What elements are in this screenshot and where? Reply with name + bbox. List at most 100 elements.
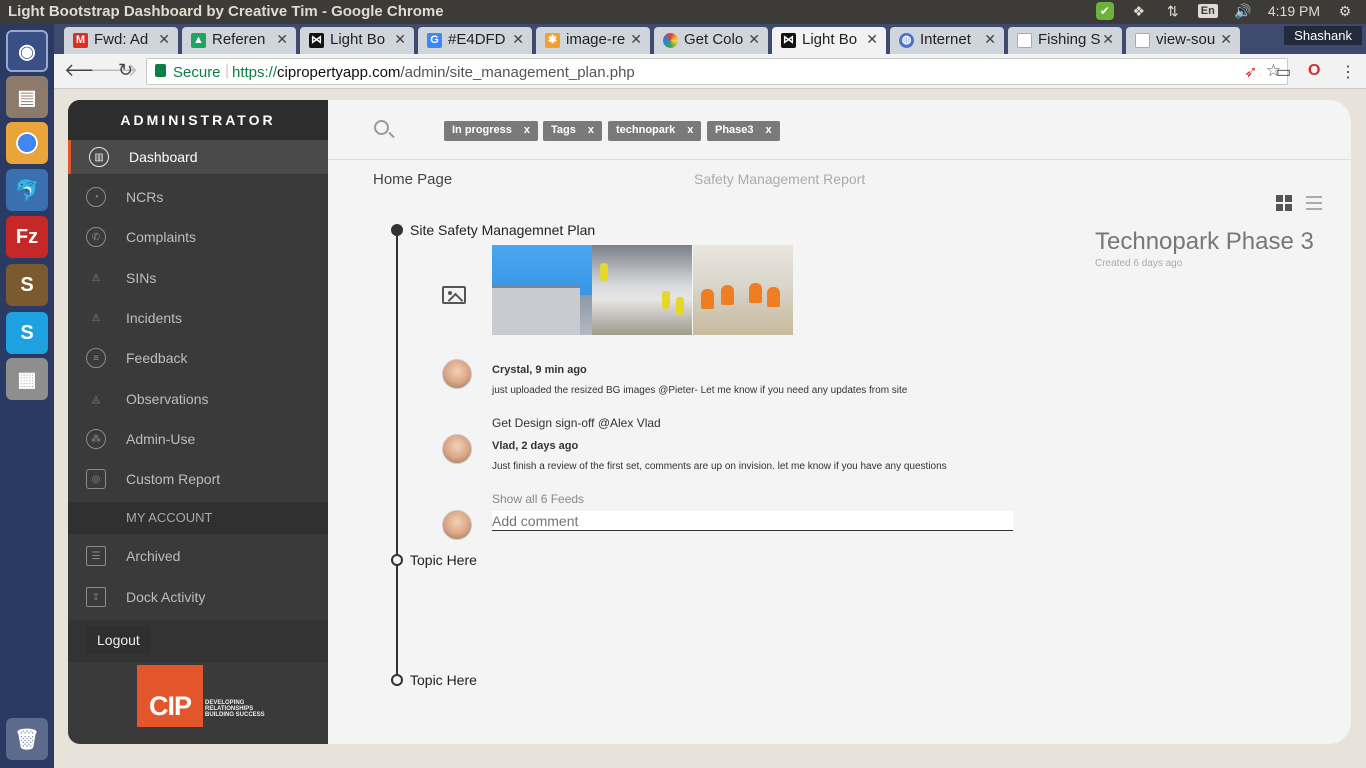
site-photo[interactable] (693, 245, 793, 335)
window-title: Light Bootstrap Dashboard by Creative Ti… (8, 3, 444, 20)
scanner-icon[interactable]: ▦ (6, 358, 48, 400)
browser-tab[interactable]: ▲ Referen ✕ (182, 27, 296, 54)
bowtie-icon: ⋈ (781, 33, 796, 48)
browser-tab[interactable]: ◍ Internet ✕ (890, 27, 1004, 54)
sidebar-item-ncrs[interactable]: ◔ NCRs (68, 180, 328, 214)
remove-filter-icon[interactable]: x (766, 124, 772, 136)
browser-tab[interactable]: G #E4DFD ✕ (418, 27, 532, 54)
timeline-topic-title[interactable]: Topic Here (410, 672, 477, 688)
list-view-icon[interactable] (1306, 195, 1322, 211)
sidebar-item-complaints[interactable]: ✆ Complaints (68, 220, 328, 254)
sublime-text-icon[interactable]: S (6, 264, 48, 306)
alert-icon: ⚠ (91, 312, 101, 324)
settings-gear-icon[interactable]: ⚙ (1336, 2, 1354, 20)
close-tab-icon[interactable]: ✕ (866, 31, 878, 48)
org-chart-icon: ⁂ (86, 429, 106, 449)
sidebar-item-custom-report[interactable]: ◎ Custom Report (68, 462, 328, 496)
browser-tab[interactable]: ✱ image-re ✕ (536, 27, 650, 54)
close-tab-icon[interactable]: ✕ (630, 31, 642, 48)
site-photo[interactable] (592, 245, 692, 335)
archive-icon: ☰ (86, 546, 106, 566)
network-icon[interactable]: ⇅ (1164, 2, 1182, 20)
add-comment-input[interactable] (492, 511, 1013, 531)
filter-chip[interactable]: Tags x (543, 121, 602, 141)
sidebar-item-observations[interactable]: ◬ Observations (68, 382, 328, 416)
filter-chip[interactable]: In progress x (444, 121, 539, 141)
filezilla-icon[interactable]: Fz (6, 216, 48, 258)
browser-tab[interactable]: Fishing S ✕ (1008, 27, 1122, 54)
url-text: https://cipropertyapp.com/admin/site_man… (232, 64, 635, 81)
browser-tab[interactable]: ⋈ Light Bo ✕ (300, 27, 414, 54)
chrome-icon[interactable] (6, 122, 48, 164)
sidebar-item-admin-use[interactable]: ⁂ Admin-Use (68, 422, 328, 456)
profile-name[interactable]: Shashank (1284, 26, 1362, 45)
project-title: Technopark Phase 3 (1095, 228, 1314, 255)
browser-tab[interactable]: view-sou ✕ (1126, 27, 1240, 54)
project-created-date: Created 6 days ago (1095, 258, 1183, 269)
grid-view-icon[interactable] (1276, 195, 1292, 211)
avatar[interactable] (442, 359, 472, 389)
sidebar-item-incidents[interactable]: ⚠ Incidents (68, 301, 328, 335)
remove-filter-icon[interactable]: x (687, 124, 693, 136)
browser-tab-active[interactable]: ⋈ Light Bo ✕ (772, 27, 886, 54)
close-tab-icon[interactable]: ✕ (158, 31, 170, 48)
browser-tab[interactable]: Get Colo ✕ (654, 27, 768, 54)
opera-icon[interactable]: O (1308, 62, 1320, 80)
close-tab-icon[interactable]: ✕ (984, 31, 996, 48)
show-all-feeds-link[interactable]: Show all 6 Feeds (492, 492, 584, 506)
remove-filter-icon[interactable]: x (524, 124, 530, 136)
address-bar[interactable]: Secure | https://cipropertyapp.com/admin… (146, 58, 1288, 85)
clock[interactable]: 4:19 PM (1268, 3, 1320, 19)
close-tab-icon[interactable]: ✕ (1102, 31, 1114, 48)
dropbox-icon[interactable]: ❖ (1130, 2, 1148, 20)
worker-figure (676, 297, 684, 315)
breadcrumb-home[interactable]: Home Page (373, 171, 452, 188)
cast-icon[interactable]: ▭ (1276, 62, 1291, 82)
extension-bird-icon[interactable]: ➶ (1244, 62, 1257, 82)
keyboard-layout[interactable]: En (1197, 4, 1218, 18)
filter-chip[interactable]: Phase3 x (707, 121, 780, 141)
mysql-workbench-icon[interactable]: 🐬 (6, 169, 48, 211)
share-icon: ⇧ (86, 587, 106, 607)
skype-icon[interactable]: S (6, 312, 48, 354)
close-tab-icon[interactable]: ✕ (394, 31, 406, 48)
cip-logo: CIP (137, 665, 203, 727)
close-tab-icon[interactable]: ✕ (1220, 31, 1232, 48)
site-photo[interactable] (492, 245, 592, 335)
eye-icon: ◬ (92, 393, 100, 405)
browser-tab[interactable]: M Fwd: Ad ✕ (64, 27, 178, 54)
sidebar-item-feedback[interactable]: ≡ Feedback (68, 341, 328, 375)
phone-icon: ✆ (86, 227, 106, 247)
worker-figure (600, 263, 608, 281)
chrome-menu-icon[interactable]: ⋮ (1340, 62, 1356, 82)
timeline-topic-title[interactable]: Topic Here (410, 552, 477, 568)
sidebar-item-dock-activity[interactable]: ⇧ Dock Activity (68, 580, 328, 614)
avatar[interactable] (442, 434, 472, 464)
close-tab-icon[interactable]: ✕ (748, 31, 760, 48)
remove-filter-icon[interactable]: x (588, 124, 594, 136)
timeline-dot (391, 674, 403, 686)
trash-icon[interactable]: 🗑 (6, 718, 48, 760)
timeline-dot (391, 224, 403, 236)
report-icon: ◎ (86, 469, 106, 489)
account-section-header: MY ACCOUNT (68, 502, 328, 534)
volume-icon[interactable]: 🔊 (1234, 2, 1252, 20)
page-icon (1017, 33, 1032, 48)
logout-button[interactable]: Logout (86, 626, 151, 654)
close-tab-icon[interactable]: ✕ (276, 31, 288, 48)
comment-author: Vlad, 2 days ago (492, 440, 579, 452)
reload-icon[interactable]: ↻ (118, 60, 133, 81)
filter-chip[interactable]: technopark x (608, 121, 702, 141)
search-icon[interactable] (374, 120, 389, 135)
update-check-icon[interactable]: ✔ (1095, 2, 1114, 20)
timeline-topic-title[interactable]: Site Safety Managemnet Plan (410, 222, 595, 238)
sidebar-item-archived[interactable]: ☰ Archived (68, 539, 328, 573)
timeline-dot (391, 554, 403, 566)
sidebar-item-sins[interactable]: ⚠ SINs (68, 261, 328, 295)
sidebar-item-dashboard[interactable]: ▥ Dashboard (68, 140, 328, 174)
breadcrumb-report[interactable]: Safety Management Report (694, 171, 865, 187)
os-top-bar: Light Bootstrap Dashboard by Creative Ti… (0, 0, 1366, 24)
close-tab-icon[interactable]: ✕ (512, 31, 524, 48)
file-manager-icon[interactable]: ▤ (6, 76, 48, 118)
ubuntu-dash-icon[interactable]: ◉ (6, 30, 48, 72)
